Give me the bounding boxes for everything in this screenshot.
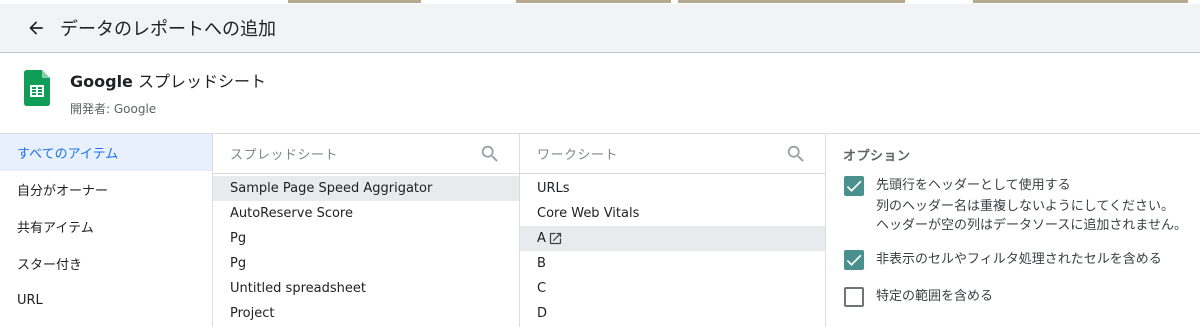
worksheet-column-header: ワークシート [520, 134, 825, 174]
arrow-left-icon [29, 21, 43, 35]
nav-item-shared[interactable]: 共有アイテム [0, 208, 212, 245]
spreadsheet-item[interactable]: Sample Page Speed Aggrigator [213, 176, 519, 201]
worksheet-column-title: ワークシート [537, 148, 619, 163]
nav-item-url[interactable]: URL [0, 282, 212, 319]
thumbnail [288, 0, 421, 3]
source-nav: すべてのアイテム 自分がオーナー 共有アイテム スター付き URL [0, 134, 213, 327]
worksheet-item-label: A [537, 231, 546, 246]
spreadsheet-item[interactable]: Pg [213, 226, 519, 251]
google-sheets-icon [24, 70, 50, 106]
header-row-label: 先頭行をヘッダーとして使用する [876, 178, 1071, 193]
connector-developer: 開発者: Google [70, 102, 157, 116]
connector-info: Google スプレッドシート 開発者: Google [0, 54, 1200, 134]
spreadsheet-item[interactable]: Project [213, 301, 519, 326]
search-icon[interactable] [785, 143, 807, 165]
nav-item-starred[interactable]: スター付き [0, 245, 212, 282]
worksheet-column: ワークシート URLs Core Web Vitals A B C D [520, 134, 826, 327]
worksheet-item[interactable]: C [520, 276, 825, 301]
header-row-note-2: ヘッダーが空の列はデータソースに追加されません。 [876, 218, 1187, 233]
spreadsheet-item[interactable]: Untitled spreadsheet [213, 276, 519, 301]
spreadsheet-column-title: スプレッドシート [230, 148, 339, 163]
worksheet-item[interactable]: D [520, 301, 825, 326]
header-row-checkbox[interactable] [844, 176, 864, 196]
page-title: データのレポートへの追加 [60, 19, 276, 40]
open-in-new-icon[interactable] [548, 231, 563, 246]
checkmark-icon [846, 254, 862, 266]
nav-item-owned[interactable]: 自分がオーナー [0, 171, 212, 208]
options-title: オプション [843, 148, 911, 164]
option-header-row: 先頭行をヘッダーとして使用する [844, 176, 1071, 196]
range-label: 特定の範囲を含める [876, 289, 994, 304]
thumbnail [516, 0, 671, 3]
checkmark-icon [846, 180, 862, 192]
nav-item-all[interactable]: すべてのアイテム [0, 134, 212, 171]
worksheet-item-selected[interactable]: A [520, 226, 825, 251]
hidden-cells-label: 非表示のセルやフィルタ処理されたセルを含める [876, 252, 1162, 267]
worksheet-item[interactable]: URLs [520, 176, 825, 201]
connector-product: スプレッドシート [132, 72, 266, 91]
connector-brand: Google [70, 72, 133, 91]
spreadsheet-item[interactable]: Pg [213, 251, 519, 276]
spreadsheet-column-header: スプレッドシート [213, 134, 519, 174]
worksheet-item[interactable]: Core Web Vitals [520, 201, 825, 226]
thumbnail [678, 0, 905, 3]
spreadsheet-column: スプレッドシート Sample Page Speed Aggrigator Au… [213, 134, 520, 327]
options-panel: オプション 先頭行をヘッダーとして使用する 列のヘッダー名は重複しないようにして… [826, 134, 1200, 327]
option-hidden-cells: 非表示のセルやフィルタ処理されたセルを含める [844, 250, 1162, 270]
range-checkbox[interactable] [844, 287, 864, 307]
header-row-note-1: 列のヘッダー名は重複しないようにしてください。 [876, 199, 1174, 214]
search-icon[interactable] [479, 143, 501, 165]
thumbnail [973, 0, 1188, 3]
back-button[interactable] [14, 6, 58, 50]
page-header: データのレポートへの追加 [0, 4, 1200, 53]
worksheet-item[interactable]: B [520, 251, 825, 276]
spreadsheet-item[interactable]: AutoReserve Score [213, 201, 519, 226]
option-range: 特定の範囲を含める [844, 287, 993, 307]
hidden-cells-checkbox[interactable] [844, 250, 864, 270]
connector-name: Google スプレッドシート [70, 68, 266, 92]
